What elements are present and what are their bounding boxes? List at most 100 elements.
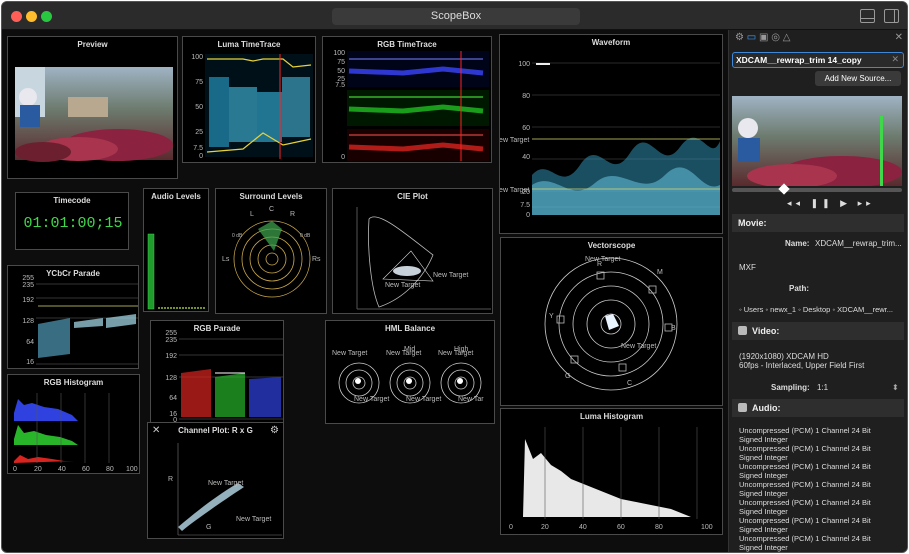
- wf-scale-40: 40: [522, 154, 530, 161]
- rgbp-scale-64: 64: [169, 395, 177, 402]
- sidebar-toggle-icon[interactable]: [884, 9, 899, 23]
- inspector-sidebar: ⚙ ▭ ▣ ◎ △ ✕ XDCAM__rewrap_trim 14_copy ✕…: [728, 30, 907, 552]
- luma-timetrace-panel[interactable]: Luma TimeTrace 100 75 50 25 7.5 0: [182, 36, 316, 163]
- wf-scale-7.5: 7.5: [520, 202, 530, 209]
- video-section-header[interactable]: Video:: [732, 322, 904, 340]
- channel-target-label-2[interactable]: New Target: [236, 516, 271, 523]
- sampling-value[interactable]: 1:1: [817, 383, 828, 392]
- hml-target-mid-bottom[interactable]: New Target: [406, 396, 441, 403]
- audio-section-header[interactable]: Audio:: [732, 399, 904, 417]
- wf-target-label-1[interactable]: New Target: [500, 137, 529, 144]
- cie-target-label-2[interactable]: New Target: [385, 282, 420, 289]
- rgb-timetrace-panel[interactable]: RGB TimeTrace 100 75 50 25 7.5 0: [322, 36, 492, 163]
- luma-histogram-plot: 0 20 40 60 80 100: [509, 427, 713, 531]
- surround-db-left: 0 dB: [232, 233, 243, 239]
- sampling-stepper-icon[interactable]: ⬍: [892, 383, 899, 392]
- audio-track-line: Signed Integer: [739, 543, 788, 552]
- vector-target-label-1[interactable]: New Target: [585, 256, 620, 263]
- rgbh-x-40: 40: [58, 466, 66, 473]
- cie-plot: New Target New Target: [356, 207, 491, 310]
- surround-label-l: L: [250, 211, 254, 218]
- audio-track-line: Signed Integer: [739, 471, 788, 480]
- luma-histogram-panel[interactable]: Luma Histogram 0 20 40 60 80 100: [500, 408, 723, 535]
- audio-track-line: Signed Integer: [739, 489, 788, 498]
- ycbcr-scale-128: 128: [22, 318, 34, 325]
- luma-timetrace-plot: 100 75 50 25 7.5 0: [191, 54, 313, 160]
- channel-plot-panel[interactable]: Channel Plot: R x G ✕ ⚙ R G New Target N…: [147, 422, 284, 539]
- vector-target-label-2[interactable]: New Target: [621, 343, 656, 350]
- surround-levels-panel[interactable]: Surround Levels L C R Ls Rs 0 dB 0 dB: [215, 188, 327, 314]
- hml-target-low-bottom[interactable]: New Target: [354, 396, 389, 403]
- cie-plot-panel[interactable]: CIE Plot New Target New Target: [332, 188, 493, 314]
- rgbp-scale-128: 128: [165, 375, 177, 382]
- audio-track-line: Signed Integer: [739, 435, 788, 444]
- cie-target-label-1[interactable]: New Target: [433, 272, 468, 279]
- playback-scrubber[interactable]: [732, 183, 902, 195]
- wf-target-label-2[interactable]: New Target: [500, 187, 529, 194]
- lumah-x-60: 60: [617, 524, 625, 531]
- audio-checkbox[interactable]: [738, 403, 747, 412]
- ycbcr-scale-235: 235: [22, 282, 34, 289]
- preview-panel[interactable]: Preview: [7, 36, 178, 179]
- audio-levels-panel[interactable]: Audio Levels: [143, 188, 209, 312]
- rgb-parade-panel[interactable]: RGB Parade 255 235 192 128 64 16 0: [150, 320, 284, 424]
- ycbcr-scale-192: 192: [22, 297, 34, 304]
- play-icon[interactable]: ▶: [840, 198, 851, 208]
- warning-icon[interactable]: △: [783, 32, 791, 43]
- luma-tt-scale-75: 75: [195, 79, 203, 86]
- rgbh-x-0: 0: [13, 466, 17, 473]
- rewind-icon[interactable]: ◂◂: [787, 198, 804, 208]
- video-checkbox[interactable]: [738, 326, 747, 335]
- wf-scale-80: 80: [522, 93, 530, 100]
- audio-levels-meters: [147, 233, 206, 310]
- minimize-window-button[interactable]: [26, 11, 37, 22]
- video-rate-line: 60fps - Interlaced, Upper Field First: [739, 361, 865, 370]
- vectorscope-plot: R M B C G Y New Target New Target: [544, 256, 678, 391]
- fast-forward-icon[interactable]: ▸▸: [858, 198, 875, 208]
- waveform-panel[interactable]: Waveform 100 80 60 40 20 7.5 0 New Targe…: [499, 34, 723, 234]
- monitor-icon[interactable]: ▣: [759, 32, 768, 43]
- ycbcr-parade-panel[interactable]: YCbCr Parade 255 235 192 128 64 16: [7, 265, 139, 369]
- target-icon[interactable]: ◎: [771, 32, 780, 43]
- camera-icon[interactable]: ▭: [747, 32, 756, 43]
- name-label: Name:: [785, 239, 810, 248]
- close-window-button[interactable]: [11, 11, 22, 22]
- video-format-line: (1920x1080) XDCAM HD: [739, 352, 829, 361]
- hml-balance-panel[interactable]: HML Balance New Target New Target New Ta…: [325, 320, 495, 424]
- vectorscope-panel[interactable]: Vectorscope R M B C G Y New Target New T…: [500, 237, 723, 406]
- source-selector[interactable]: XDCAM__rewrap_trim 14_copy ✕: [732, 52, 904, 68]
- rgb-tt-scale-100: 100: [333, 50, 345, 57]
- pause-icon[interactable]: ❚❚: [811, 198, 834, 208]
- lumah-x-80: 80: [655, 524, 663, 531]
- lumah-x-40: 40: [579, 524, 587, 531]
- vector-label-y: Y: [549, 313, 554, 320]
- movie-section-header[interactable]: Movie:: [732, 214, 904, 232]
- surround-label-c: C: [269, 206, 274, 213]
- channel-target-label-1[interactable]: New Target: [208, 480, 243, 487]
- settings-icon[interactable]: ⚙: [735, 32, 744, 43]
- surround-db-right: 0 dB: [300, 233, 311, 239]
- rgb-parade-plot: 255 235 192 128 64 16 0: [165, 330, 283, 424]
- wf-scale-100: 100: [518, 61, 530, 68]
- audio-track-line: Signed Integer: [739, 453, 788, 462]
- clear-source-icon[interactable]: ✕: [891, 54, 899, 65]
- vector-label-c: C: [627, 380, 632, 387]
- vector-label-b: B: [671, 325, 676, 332]
- audio-header-label: Audio:: [752, 403, 781, 413]
- rgb-timetrace-plot: 100 75 50 25 7.5 0: [333, 50, 489, 161]
- hml-target-low-top[interactable]: New Target: [332, 350, 367, 357]
- audio-track-line: Uncompressed (PCM) 1 Channel 24 Bit: [739, 426, 871, 435]
- close-icon[interactable]: ✕: [895, 32, 903, 43]
- add-source-button[interactable]: Add New Source...: [815, 71, 901, 86]
- layout-toggle-icon[interactable]: [860, 9, 875, 23]
- source-name: XDCAM__rewrap_trim 14_copy: [736, 55, 862, 65]
- ycbcr-scale-16: 16: [26, 359, 34, 366]
- zoom-window-button[interactable]: [41, 11, 52, 22]
- lumah-x-0: 0: [509, 524, 513, 531]
- luma-tt-scale-0: 0: [199, 153, 203, 160]
- hml-high-label: High: [454, 346, 469, 353]
- rgb-histogram-panel[interactable]: RGB Histogram 0 20 40 60 80 100: [7, 374, 140, 474]
- channel-axis-r: R: [168, 476, 173, 483]
- surround-levels-plot: L C R Ls Rs 0 dB 0 dB: [222, 206, 321, 298]
- hml-target-high-bottom[interactable]: New Tar: [458, 396, 484, 403]
